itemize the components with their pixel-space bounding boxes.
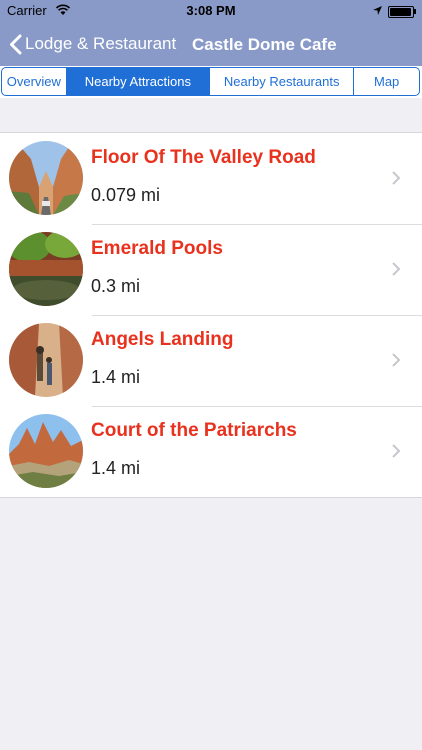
attraction-name: Emerald Pools [91,238,223,259]
attractions-list: Floor Of The Valley Road 0.079 mi Emeral… [0,132,422,498]
list-item[interactable]: Floor Of The Valley Road 0.079 mi [0,133,422,224]
attraction-name: Court of the Patriarchs [91,420,297,441]
status-bar: Carrier 3:08 PM [0,0,422,22]
canyon-road-photo [9,141,83,215]
list-item[interactable]: Court of the Patriarchs 1.4 mi [0,406,422,497]
back-button[interactable]: Lodge & Restaurant [9,30,176,58]
attraction-name: Floor Of The Valley Road [91,147,316,168]
tab-map[interactable]: Map [354,68,419,95]
page-title: Castle Dome Cafe [192,35,337,54]
location-arrow-icon [372,4,383,19]
list-item[interactable]: Emerald Pools 0.3 mi [0,224,422,315]
emerald-pool-photo [9,232,83,306]
chevron-left-icon [10,34,22,54]
chevron-right-icon [392,262,401,276]
list-item[interactable]: Angels Landing 1.4 mi [0,315,422,406]
angels-landing-photo [9,323,83,397]
attraction-distance: 1.4 mi [91,367,141,387]
tab-nearby-restaurants[interactable]: Nearby Restaurants [210,68,355,95]
chevron-right-icon [392,171,401,185]
attraction-distance: 1.4 mi [91,458,141,478]
attraction-distance: 0.079 mi [91,185,161,205]
back-button-label: Lodge & Restaurant [25,34,177,53]
attraction-name: Angels Landing [91,329,234,350]
patriarchs-photo [9,414,83,488]
segment-bar: Overview Nearby Attractions Nearby Resta… [0,66,422,98]
chevron-right-icon [392,444,401,458]
nav-bar: Lodge & Restaurant Castle Dome Cafe [0,22,422,66]
tab-nearby-attractions[interactable]: Nearby Attractions [66,68,210,95]
chevron-right-icon [392,353,401,367]
battery-tip [414,9,416,14]
navigation-header: Carrier 3:08 PM Lodge & Restaurant Castl… [0,0,422,66]
clock: 3:08 PM [186,3,236,18]
attraction-distance: 0.3 mi [91,276,141,296]
battery-icon [388,6,414,18]
tab-overview[interactable]: Overview [2,68,67,95]
segmented-control: Overview Nearby Attractions Nearby Resta… [1,67,420,96]
